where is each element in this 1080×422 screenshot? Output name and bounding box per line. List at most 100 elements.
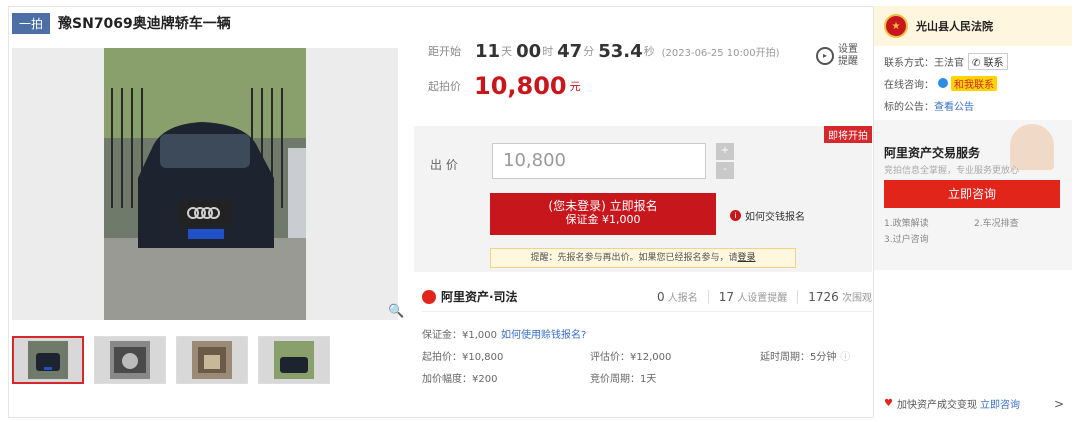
thumbnail-1[interactable] <box>12 336 84 384</box>
countdown-seconds: 53.4 <box>598 40 643 62</box>
service-card: 阿里资产交易服务 竞拍信息全掌握，专业服务更放心 立即咨询 1.政策解读 2.车况… <box>874 120 1072 270</box>
reminder-line1: 设置 <box>838 44 858 55</box>
sidebar-footer: ♥ 加快资产成交变现 立即咨询 > <box>884 396 1064 412</box>
court-emblem-icon: ★ <box>884 14 908 38</box>
court-name: 光山县人民法院 <box>916 20 993 33</box>
deposit-help-link[interactable]: 如何使用赊钱报名? <box>501 326 586 341</box>
bid-label: 出 价 <box>430 158 458 172</box>
decrease-button[interactable]: - <box>716 162 734 179</box>
notice-row: 标的公告： 查看公告 <box>874 94 1072 116</box>
chat-icon <box>938 78 948 88</box>
brand-name: 阿里资产·司法 <box>441 290 518 304</box>
countdown-label: 距开始 <box>428 45 461 58</box>
thumbnail-image <box>274 341 314 379</box>
title-bar: 一拍 豫SN7069奥迪牌轿车一辆 <box>12 12 231 34</box>
signup-label: (您未登录) 立即报名 <box>548 199 658 213</box>
service-item: 3.过户咨询 <box>884 235 929 245</box>
deposit-row: 保证金：¥1,000 如何使用赊钱报名? <box>422 322 872 344</box>
reminder-count-label: 人设置提醒 <box>737 293 788 304</box>
court-header: ★ 光山县人民法院 <box>874 6 1072 46</box>
thumbnail-2[interactable] <box>94 336 166 384</box>
thumbnail-4[interactable] <box>258 336 330 384</box>
thumbnail-3[interactable] <box>176 336 248 384</box>
footer-text: 加快资产成交变现 <box>896 400 977 411</box>
chevron-right-icon[interactable]: > <box>1054 397 1064 411</box>
thumbnail-image <box>110 341 150 379</box>
service-item: 2.车况排查 <box>974 219 1019 229</box>
reminder-count: 17 人设置提醒 <box>719 289 787 304</box>
notice-link[interactable]: 查看公告 <box>934 98 974 113</box>
reminder-line2: 提醒 <box>838 56 858 67</box>
thumbnail-image <box>28 341 68 379</box>
bid-period-text: 竞价周期：1天 <box>590 373 657 385</box>
view-number: 1726 <box>808 290 839 304</box>
bid-price-input[interactable]: 10,800 <box>492 143 706 179</box>
view-label: 次围观 <box>842 293 872 304</box>
start-price-value: 10,800 <box>474 72 567 100</box>
signup-button[interactable]: (您未登录) 立即报名 保证金 ¥1,000 <box>490 193 716 235</box>
footer-consult-link[interactable]: 立即咨询 <box>980 396 1020 411</box>
countdown-row: 距开始 11 天 00 时 47 分 53.4 秒 (2023-06-25 10:00开… <box>416 38 872 64</box>
consult-button[interactable]: 立即咨询 <box>884 180 1060 208</box>
thumbnail-image <box>192 341 232 379</box>
online-label: 在线咨询： <box>884 79 934 91</box>
increment-text: 加价幅度：¥200 <box>422 373 498 385</box>
hours-unit: 时 <box>542 45 554 58</box>
service-title: 阿里资产交易服务 <box>884 146 981 160</box>
minutes-unit: 分 <box>583 45 595 58</box>
start-price-label: 起拍价 <box>428 80 461 93</box>
handshake-icon: ♥ <box>884 398 893 409</box>
brand-bar: 阿里资产·司法 0 人报名 17 人设置提醒 1726 次围观 <box>422 282 872 312</box>
status-badge: 即将开拍 <box>824 126 872 143</box>
page-title: 豫SN7069奥迪牌轿车一辆 <box>58 16 231 32</box>
registered-number: 0 <box>656 290 665 304</box>
service-subtitle: 竞拍信息全掌握，专业服务更放心 <box>884 166 1020 176</box>
auction-details: 保证金：¥1,000 如何使用赊钱报名? 起拍价：¥10,800 评估价：¥12… <box>422 322 872 388</box>
start-price-text: 起拍价：¥10,800 <box>422 351 504 363</box>
magnifier-icon[interactable]: 🔍 <box>388 304 404 319</box>
main-photo[interactable] <box>12 48 398 320</box>
view-count: 1726 次围观 <box>808 289 872 304</box>
countdown-days: 11 <box>475 40 501 62</box>
login-link[interactable]: 登录 <box>738 253 756 263</box>
delay-text: 延时周期：5分钟 <box>760 351 837 363</box>
info-icon: i <box>730 210 741 221</box>
how-to-pay-link[interactable]: i 如何交钱报名 <box>730 208 805 223</box>
seconds-unit: 秒 <box>643 45 655 58</box>
reminder-number: 17 <box>718 290 735 304</box>
signup-deposit: 保证金 ¥1,000 <box>565 213 641 226</box>
contact-button[interactable]: ✆ 联系 <box>968 52 1008 70</box>
countdown-minutes: 47 <box>557 40 583 62</box>
service-item: 1.政策解读 <box>884 219 929 229</box>
divider <box>797 289 799 304</box>
chat-button[interactable]: 和我联系 <box>951 75 997 91</box>
set-reminder-button[interactable]: ▸ 设置 提醒 <box>816 44 872 68</box>
increment-row: 加价幅度：¥200 竞价周期：1天 <box>422 366 872 388</box>
contact-button-label: 联系 <box>983 57 1004 69</box>
alarm-clock-icon: ▸ <box>816 47 834 65</box>
service-list: 1.政策解读 2.车况排查 3.过户咨询 <box>884 216 1064 248</box>
registered-label: 人报名 <box>667 293 698 304</box>
thumbnail-strip <box>12 336 330 384</box>
registered-count: 0 人报名 <box>657 289 698 304</box>
online-consult-row: 在线咨询： 和我联系 <box>874 72 1072 94</box>
auction-info: 距开始 11 天 00 时 47 分 53.4 秒 (2023-06-25 10:00开… <box>416 38 872 104</box>
tip-text: 提醒：先报名参与再出价。如果您已经报名参与，请 <box>530 253 738 263</box>
help-icon[interactable]: ⓘ <box>840 348 850 363</box>
days-unit: 天 <box>501 45 513 58</box>
bid-panel: 即将开拍 出 价 10,800 + - (您未登录) 立即报名 保证金 ¥1,0… <box>414 126 872 272</box>
court-sidebar: ★ 光山县人民法院 联系方式： 王法官 ✆ 联系 在线咨询： 和我联系 标的公告… <box>873 6 1072 418</box>
auction-round-tag: 一拍 <box>12 12 51 34</box>
auction-stats: 0 人报名 17 人设置提醒 1726 次围观 <box>657 289 872 304</box>
bid-stepper: + - <box>716 143 734 179</box>
appraisal-text: 评估价：¥12,000 <box>590 351 672 363</box>
car-photo <box>12 48 398 320</box>
notice-label: 标的公告： <box>884 101 934 113</box>
contact-row: 联系方式： 王法官 ✆ 联系 <box>874 50 1072 72</box>
reminder-label: 设置 提醒 <box>838 44 858 68</box>
increase-button[interactable]: + <box>716 143 734 160</box>
divider <box>707 289 709 304</box>
start-datetime: (2023-06-25 10:00开拍) <box>661 47 780 59</box>
contact-name: 王法官 <box>934 57 964 69</box>
price-row: 起拍价：¥10,800 评估价：¥12,000 延时周期：5分钟 ⓘ <box>422 344 872 366</box>
